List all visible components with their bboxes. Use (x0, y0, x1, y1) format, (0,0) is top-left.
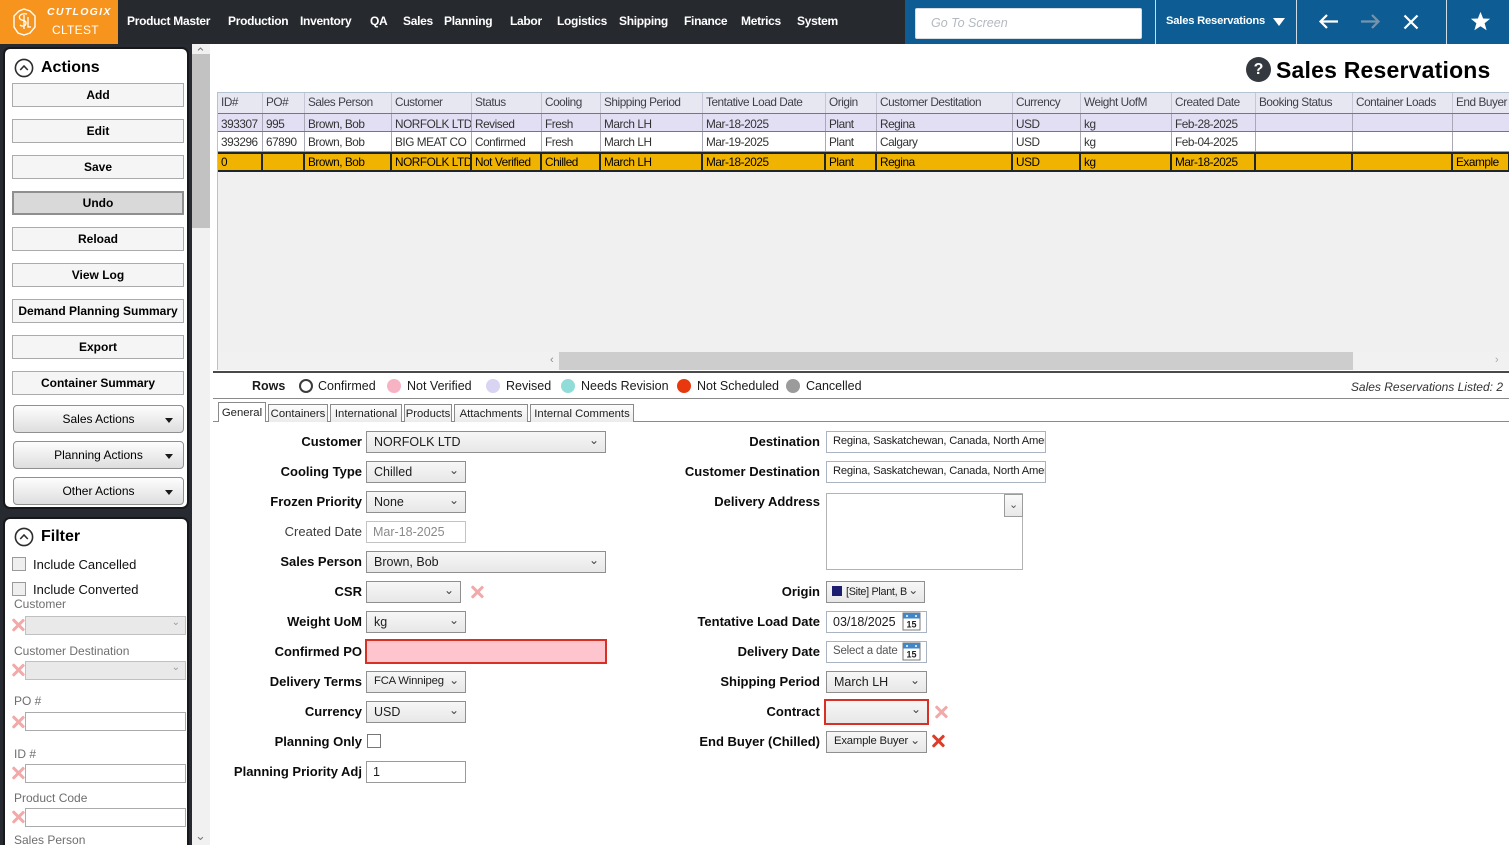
svg-text:15: 15 (906, 650, 916, 660)
svg-text:15: 15 (906, 620, 916, 630)
